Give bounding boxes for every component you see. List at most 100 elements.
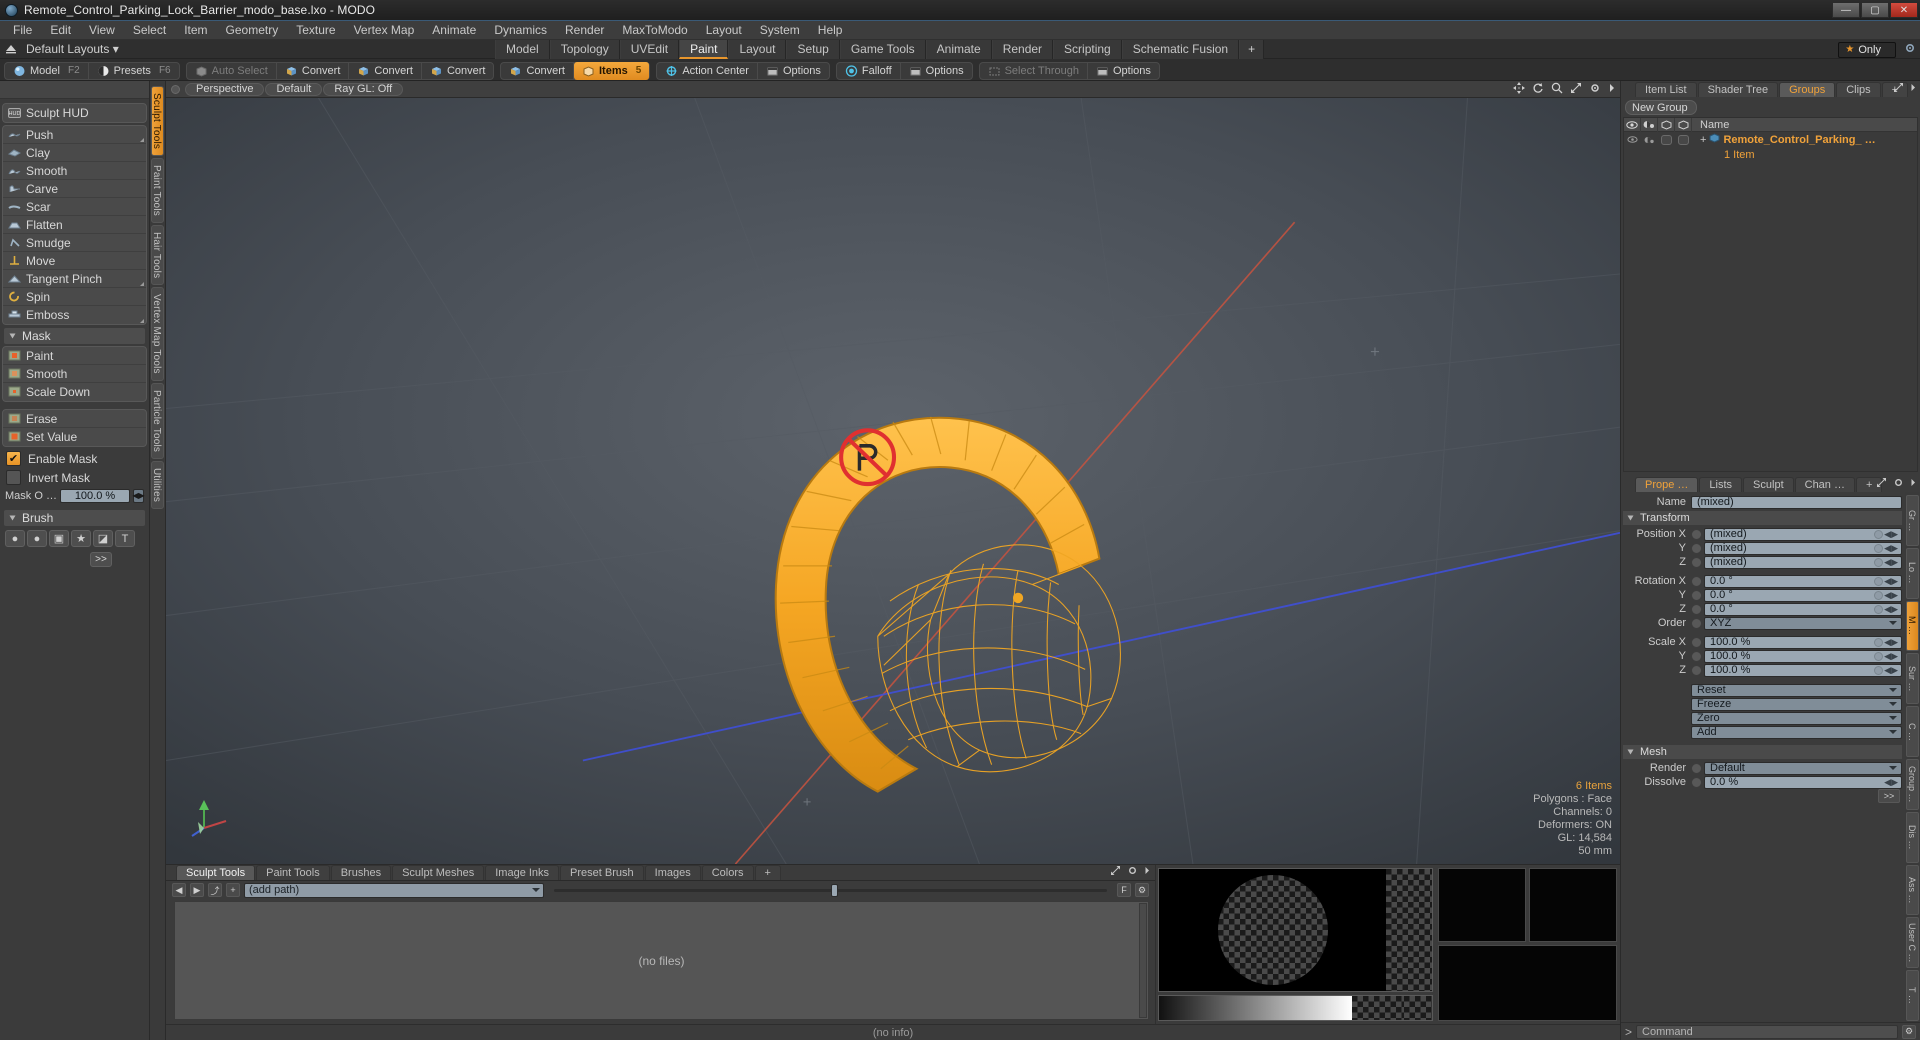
- invert-mask-row[interactable]: Invert Mask: [2, 468, 147, 487]
- tab-game-tools[interactable]: Game Tools: [839, 40, 926, 59]
- prop-rotation-z-field[interactable]: 0.0 ° ◀▶: [1704, 602, 1902, 616]
- nav-forward-button[interactable]: ▶: [190, 883, 204, 897]
- tool-spin[interactable]: Spin: [3, 288, 146, 306]
- browser-gear-button[interactable]: ⚙: [1135, 883, 1149, 897]
- action-freeze-dropdown[interactable]: Freeze: [1691, 697, 1902, 711]
- prop-position-y-field[interactable]: (mixed) ◀▶: [1704, 541, 1902, 555]
- btab-image-inks[interactable]: Image Inks: [485, 865, 560, 880]
- expand-icon[interactable]: [1876, 477, 1887, 491]
- close-button[interactable]: ✕: [1890, 2, 1918, 18]
- menu-dynamics[interactable]: Dynamics: [485, 21, 556, 40]
- tab-topology[interactable]: Topology: [549, 40, 620, 59]
- expand-toggle[interactable]: +: [1700, 134, 1706, 146]
- prop-rotation-x-field[interactable]: 0.0 ° ◀▶: [1704, 574, 1902, 588]
- tool-push-submenu-corner[interactable]: [140, 138, 144, 142]
- prop-scale-y-channel-dot[interactable]: [1691, 650, 1702, 662]
- preview-block-3[interactable]: [1438, 945, 1617, 1021]
- brush-star-icon[interactable]: ★: [71, 530, 91, 547]
- tool-carve[interactable]: Carve: [3, 180, 146, 198]
- tab-scripting[interactable]: Scripting: [1053, 40, 1122, 59]
- rvtab-mesh[interactable]: M …: [1906, 600, 1919, 652]
- preview-block-1[interactable]: [1438, 868, 1526, 942]
- mask-tool-paint[interactable]: Paint: [3, 347, 146, 365]
- properties-more-button[interactable]: >>: [1878, 789, 1900, 803]
- ptab-sculpt[interactable]: Sculpt: [1743, 477, 1794, 492]
- mode-button-action-center[interactable]: Action Center: [657, 61, 758, 80]
- rvtab-c[interactable]: C …: [1906, 706, 1919, 757]
- mode-button-convert-1[interactable]: Convert: [277, 61, 350, 80]
- mode-button-auto-select[interactable]: Auto Select: [187, 61, 277, 80]
- mode-button-options-3[interactable]: Options: [1088, 62, 1159, 80]
- mode-button-convert-3[interactable]: Convert: [422, 62, 494, 80]
- prop-dissolve-field[interactable]: 0.0 % ◀▶: [1704, 775, 1902, 789]
- tab-model[interactable]: Model: [495, 40, 550, 59]
- menu-texture[interactable]: Texture: [287, 21, 344, 40]
- mode-button-presets[interactable]: Presets F6: [89, 62, 179, 80]
- mode-button-convert-4[interactable]: Convert: [501, 61, 574, 80]
- zoom-icon[interactable]: [1551, 82, 1563, 97]
- chevron-right-icon[interactable]: [1608, 82, 1616, 97]
- prop-rotation-y-field[interactable]: 0.0 ° ◀▶: [1704, 588, 1902, 602]
- mode-button-model[interactable]: Model F2: [5, 61, 89, 80]
- mode-button-select-through[interactable]: Select Through: [980, 61, 1088, 80]
- mask-tool-smooth[interactable]: Smooth: [3, 365, 146, 383]
- brush-more-button[interactable]: >>: [90, 552, 112, 567]
- btab-add[interactable]: +: [754, 865, 781, 880]
- action-add-dropdown[interactable]: Add: [1691, 725, 1902, 739]
- nav-up-button[interactable]: ⤴: [208, 883, 222, 897]
- preview-block-2[interactable]: [1529, 868, 1617, 942]
- rtab-item-list[interactable]: Item List: [1635, 82, 1697, 97]
- row-render-icon[interactable]: [1641, 132, 1658, 147]
- vtab-utilities[interactable]: Utilities: [151, 461, 164, 510]
- chevron-right-icon[interactable]: [1910, 477, 1917, 491]
- filter-button[interactable]: F: [1117, 883, 1131, 897]
- brush-gradient-strip[interactable]: [1158, 995, 1433, 1021]
- ptab-lists[interactable]: Lists: [1699, 477, 1743, 492]
- orientation-gizmo[interactable]: [188, 794, 234, 840]
- brush-image-icon[interactable]: ◪: [93, 530, 113, 547]
- invert-mask-checkbox[interactable]: [6, 470, 21, 485]
- tab-paint[interactable]: Paint: [679, 40, 729, 59]
- menu-render[interactable]: Render: [556, 21, 613, 40]
- path-dropdown[interactable]: (add path): [244, 882, 544, 898]
- mode-button-falloff[interactable]: Falloff: [837, 61, 901, 80]
- btab-paint-tools[interactable]: Paint Tools: [256, 865, 330, 880]
- menu-edit[interactable]: Edit: [41, 21, 80, 40]
- tab-schematic-fusion[interactable]: Schematic Fusion: [1121, 40, 1240, 59]
- tool-flatten[interactable]: Flatten: [3, 216, 146, 234]
- prop-render-channel-dot[interactable]: [1691, 762, 1702, 774]
- prop-scale-y-field[interactable]: 100.0 % ◀▶: [1704, 649, 1902, 663]
- prop-render-dropdown[interactable]: Default: [1704, 761, 1902, 775]
- group-list-row[interactable]: + Remote_Control_Parking_ …: [1624, 132, 1917, 147]
- menu-vertex-map[interactable]: Vertex Map: [345, 21, 424, 40]
- 3d-viewport[interactable]: 6 Items Polygons : Face Channels: 0 Defo…: [166, 98, 1620, 864]
- brush-soft-icon[interactable]: ●: [5, 530, 25, 547]
- rvtab-t[interactable]: T …: [1906, 970, 1919, 1021]
- maximize-button[interactable]: ▢: [1861, 2, 1889, 18]
- new-group-button[interactable]: New Group: [1625, 100, 1697, 115]
- mode-button-items[interactable]: Items 5: [574, 61, 650, 80]
- tool-clay[interactable]: Clay: [3, 144, 146, 162]
- transform-section-header[interactable]: Transform: [1623, 511, 1902, 525]
- rotate-icon[interactable]: [1532, 82, 1544, 97]
- tool-smooth[interactable]: Smooth: [3, 162, 146, 180]
- prop-scale-z-field[interactable]: 100.0 % ◀▶: [1704, 663, 1902, 677]
- prop-order-dropdown[interactable]: XYZ: [1704, 616, 1902, 630]
- rvtab-assembly[interactable]: Ass …: [1906, 864, 1919, 916]
- prop-dissolve-channel-dot[interactable]: [1691, 776, 1702, 788]
- rvtab-group[interactable]: Group …: [1906, 758, 1919, 810]
- brush-hard-icon[interactable]: ●: [27, 530, 47, 547]
- prop-order-channel-dot[interactable]: [1691, 617, 1702, 629]
- row-visibility-toggle[interactable]: [1658, 132, 1675, 147]
- only-toggle-button[interactable]: ★ Only: [1838, 41, 1896, 58]
- row-eye-icon[interactable]: [1624, 132, 1641, 147]
- vtab-vertex-map-tools[interactable]: Vertex Map Tools: [151, 287, 164, 382]
- thumbnail-size-slider[interactable]: [554, 883, 1107, 897]
- nav-add-button[interactable]: +: [226, 883, 240, 897]
- enable-mask-row[interactable]: ✔ Enable Mask: [2, 449, 147, 468]
- prop-name-field[interactable]: (mixed): [1691, 495, 1902, 509]
- tab-uvedit[interactable]: UVEdit: [619, 40, 680, 59]
- menu-help[interactable]: Help: [809, 21, 852, 40]
- rvtab-surface[interactable]: Sur …: [1906, 653, 1919, 705]
- prop-position-z-field[interactable]: (mixed) ◀▶: [1704, 555, 1902, 569]
